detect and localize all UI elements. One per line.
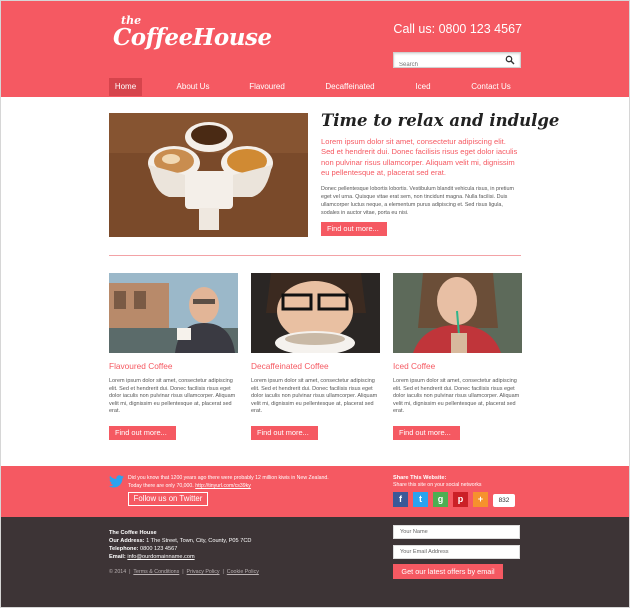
iced-coffee-title: Iced Coffee bbox=[393, 361, 436, 371]
nav-home[interactable]: Home bbox=[109, 78, 142, 96]
search-box bbox=[393, 52, 521, 72]
tweet-line-1: Did you know that 1200 years ago there w… bbox=[128, 475, 329, 481]
woman-with-iced-coffee-photo bbox=[393, 273, 522, 353]
footer-address-line: Our Address: 1 The Street, Town, City, C… bbox=[109, 537, 251, 545]
privacy-link[interactable]: Privacy Policy bbox=[187, 569, 220, 575]
name-field[interactable]: Your Name bbox=[393, 525, 520, 539]
flavoured-coffee-text: Lorem ipsum dolor sit amet, consectetur … bbox=[109, 378, 236, 415]
tweet-text: Did you know that 1200 years ago there w… bbox=[128, 475, 358, 490]
decaffeinated-coffee-title: Decaffeinated Coffee bbox=[251, 361, 329, 371]
tweet-line-2-text: Today there are only 70,000. bbox=[128, 482, 194, 489]
share-title: Share This Website: bbox=[393, 475, 447, 481]
google-plus-icon[interactable]: g bbox=[433, 492, 448, 507]
hero-body-text: Donec pellentesque lobortis lobortis. Ve… bbox=[321, 186, 514, 216]
email-field[interactable]: Your Email Address bbox=[393, 545, 520, 559]
tweet-link[interactable]: http://tinyurl.com/cs39ky bbox=[195, 483, 251, 489]
twitter-icon[interactable]: t bbox=[413, 492, 428, 507]
get-offers-button[interactable]: Get our latest offers by email bbox=[393, 564, 503, 579]
iced-coffee-text: Lorem ipsum dolor sit amet, consectetur … bbox=[393, 378, 520, 415]
footer-email-label: Email: bbox=[109, 554, 126, 560]
tweet-line-2: Today there are only 70,000. http://tiny… bbox=[128, 483, 358, 491]
footer-legal: © 2014 | Terms & Conditions | Privacy Po… bbox=[109, 569, 259, 575]
cookie-link[interactable]: Cookie Policy bbox=[227, 569, 259, 575]
search-icon[interactable] bbox=[505, 55, 515, 65]
footer bbox=[1, 517, 629, 607]
header-phone: Call us: 0800 123 4567 bbox=[393, 22, 522, 36]
flavoured-find-out-more-button[interactable]: Find out more... bbox=[109, 426, 176, 440]
logo-main-text: CoffeeHouse bbox=[113, 24, 272, 51]
flavoured-coffee-image bbox=[109, 273, 238, 353]
nav-contact-us[interactable]: Contact Us bbox=[467, 78, 515, 96]
nav-about-us[interactable]: About Us bbox=[169, 78, 217, 96]
pinterest-icon[interactable]: p bbox=[453, 492, 468, 507]
facebook-icon[interactable]: f bbox=[393, 492, 408, 507]
flavoured-coffee-title: Flavoured Coffee bbox=[109, 361, 173, 371]
header bbox=[1, 1, 629, 97]
nav-flavoured[interactable]: Flavoured bbox=[245, 78, 289, 96]
decaffeinated-find-out-more-button[interactable]: Find out more... bbox=[251, 426, 318, 440]
iced-find-out-more-button[interactable]: Find out more... bbox=[393, 426, 460, 440]
coffee-cups-illustration bbox=[109, 113, 308, 237]
section-divider bbox=[109, 255, 521, 256]
hero-coffee-image bbox=[109, 113, 308, 237]
footer-address-label: Our Address: bbox=[109, 538, 145, 544]
nav-iced[interactable]: Iced bbox=[411, 78, 435, 96]
footer-company-name: The Coffee House bbox=[109, 530, 157, 536]
share-subtitle: Share this site on your social networks bbox=[393, 482, 482, 488]
footer-address: 1 The Street, Town, City, County, P05 7C… bbox=[146, 538, 252, 544]
search-input[interactable] bbox=[394, 58, 504, 72]
nav-decaffeinated[interactable]: Decaffeinated bbox=[320, 78, 380, 96]
addthis-icon[interactable]: + bbox=[473, 492, 488, 507]
footer-address-block: The Coffee House Our Address: 1 The Stre… bbox=[109, 529, 251, 561]
hero-title: Time to relax and indulge bbox=[321, 111, 560, 130]
hero-lead-text: Lorem ipsum dolor sit amet, consectetur … bbox=[321, 137, 518, 177]
share-count-badge: 832 bbox=[493, 494, 515, 507]
footer-telephone-label: Telephone: bbox=[109, 546, 139, 552]
footer-copyright: © 2014 bbox=[109, 569, 127, 575]
footer-email-line: Email: info@ourdomainname.com bbox=[109, 553, 251, 561]
hero-find-out-more-button[interactable]: Find out more... bbox=[321, 222, 387, 236]
man-with-coffee-photo bbox=[109, 273, 238, 353]
social-band bbox=[1, 466, 629, 517]
follow-on-twitter-button[interactable]: Follow us on Twitter bbox=[128, 492, 208, 506]
footer-telephone: 0800 123 4567 bbox=[139, 546, 178, 552]
terms-link[interactable]: Terms & Conditions bbox=[133, 569, 179, 575]
decaffeinated-coffee-text: Lorem ipsum dolor sit amet, consectetur … bbox=[251, 378, 378, 415]
iced-coffee-image bbox=[393, 273, 522, 353]
footer-telephone-line: Telephone: 0800 123 4567 bbox=[109, 545, 251, 553]
woman-drinking-coffee-photo bbox=[251, 273, 380, 353]
twitter-bird-icon bbox=[109, 475, 124, 488]
footer-email-link[interactable]: info@ourdomainname.com bbox=[127, 554, 194, 560]
decaffeinated-coffee-image bbox=[251, 273, 380, 353]
